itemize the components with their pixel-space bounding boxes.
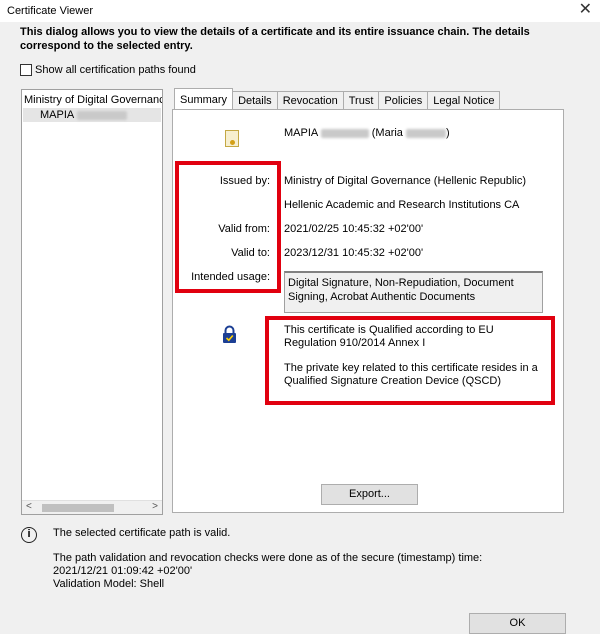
- certificate-path-tree[interactable]: Ministry of Digital Governance MAPIA < >: [21, 89, 163, 515]
- certificate-subject: MAPIA (Maria ): [284, 127, 450, 139]
- highlight-box-qualified: [265, 316, 555, 405]
- title-bar: Certificate Viewer ✕: [0, 0, 600, 22]
- redacted-name: [76, 110, 127, 120]
- info-icon: i: [21, 527, 37, 543]
- tab-details[interactable]: Details: [232, 91, 278, 109]
- window-title: Certificate Viewer: [7, 5, 93, 17]
- show-all-paths-label: Show all certification paths found: [35, 64, 196, 76]
- redacted-surname-2: [405, 128, 446, 138]
- scroll-left-icon[interactable]: <: [26, 501, 32, 512]
- qualified-lock-icon: [223, 325, 236, 343]
- validation-time-value: 2021/12/21 01:09:42 +02'00': [53, 565, 193, 577]
- scroll-right-icon[interactable]: >: [152, 501, 158, 512]
- intro-text: This dialog allows you to view the detai…: [20, 26, 530, 52]
- issued-by-value: Ministry of Digital Governance (Hellenic…: [284, 175, 527, 187]
- issuer-ca-value: Hellenic Academic and Research Instituti…: [284, 199, 520, 211]
- tree-node-label: MAPIA: [40, 109, 127, 121]
- export-button[interactable]: Export...: [321, 484, 418, 505]
- close-icon[interactable]: ✕: [579, 1, 592, 19]
- validation-model: Validation Model: Shell: [53, 578, 165, 590]
- path-valid-message: The selected certificate path is valid.: [53, 527, 231, 539]
- highlight-box-labels: [175, 161, 281, 293]
- tab-strip: Summary Details Revocation Trust Policie…: [174, 88, 501, 109]
- tab-revocation[interactable]: Revocation: [276, 91, 344, 109]
- tree-node-selected[interactable]: MAPIA: [23, 108, 161, 122]
- tab-policies[interactable]: Policies: [378, 91, 429, 109]
- intended-usage-field: Digital Signature, Non-Repudiation, Docu…: [284, 271, 543, 313]
- ok-button[interactable]: OK: [469, 613, 566, 634]
- certificate-icon: [225, 130, 239, 147]
- tab-summary[interactable]: Summary: [174, 88, 234, 109]
- validation-details: The path validation and revocation check…: [53, 552, 482, 591]
- scroll-thumb[interactable]: [42, 504, 114, 512]
- valid-from-value: 2021/02/25 10:45:32 +02'00': [284, 223, 424, 235]
- tab-trust[interactable]: Trust: [342, 91, 380, 109]
- validation-time-label: The path validation and revocation check…: [53, 552, 483, 564]
- valid-to-value: 2023/12/31 10:45:32 +02'00': [284, 247, 424, 259]
- show-all-paths-checkbox[interactable]: Show all certification paths found: [20, 64, 196, 76]
- tree-node-root[interactable]: Ministry of Digital Governance: [24, 94, 162, 106]
- horizontal-scrollbar[interactable]: < >: [22, 500, 162, 514]
- tab-legal-notice[interactable]: Legal Notice: [427, 91, 501, 109]
- checkbox-box[interactable]: [20, 64, 32, 76]
- redacted-surname: [320, 128, 369, 138]
